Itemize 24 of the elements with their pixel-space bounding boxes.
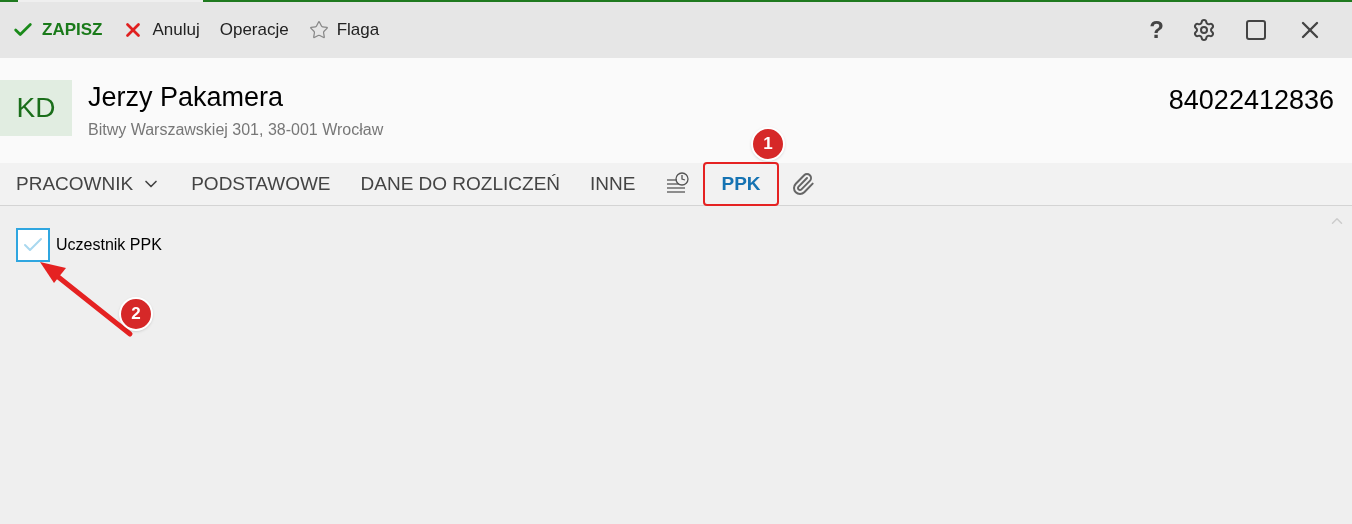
checkbox-label: Uczestnik PPK bbox=[56, 235, 162, 255]
tab[interactable]: PODSTAWOWE bbox=[191, 169, 331, 199]
employee-tab[interactable]: PRACOWNIK bbox=[16, 169, 162, 199]
employee-name: Jerzy Pakamera bbox=[88, 81, 285, 114]
tab[interactable]: DANE DO ROZLICZEŃ bbox=[360, 169, 561, 199]
employee-address: Bitwy Warszawskiej 301, 38-001 Wrocław bbox=[88, 120, 384, 140]
cancel-button[interactable]: Anuluj bbox=[122, 17, 200, 43]
tab[interactable]: INNE bbox=[590, 169, 636, 199]
callout-badge: 2 bbox=[119, 297, 153, 331]
flag-button[interactable]: Flaga bbox=[308, 17, 380, 43]
maximize-icon[interactable] bbox=[1244, 18, 1268, 42]
tab[interactable]: PPK bbox=[703, 161, 779, 207]
help-button[interactable]: ? bbox=[1149, 12, 1164, 48]
pesel-number: 84022412836 bbox=[1168, 84, 1334, 117]
operations-button[interactable]: Operacje bbox=[219, 17, 289, 43]
history-tab[interactable] bbox=[665, 172, 692, 196]
settings-icon[interactable] bbox=[1192, 18, 1216, 42]
star-icon bbox=[308, 20, 329, 40]
attachment-tab[interactable] bbox=[790, 172, 815, 196]
history-list-icon bbox=[665, 172, 692, 196]
paperclip-icon bbox=[790, 172, 815, 196]
avatar: KD bbox=[0, 80, 72, 136]
save-button[interactable]: ZAPISZ bbox=[12, 17, 103, 43]
checkbox[interactable] bbox=[16, 228, 50, 262]
